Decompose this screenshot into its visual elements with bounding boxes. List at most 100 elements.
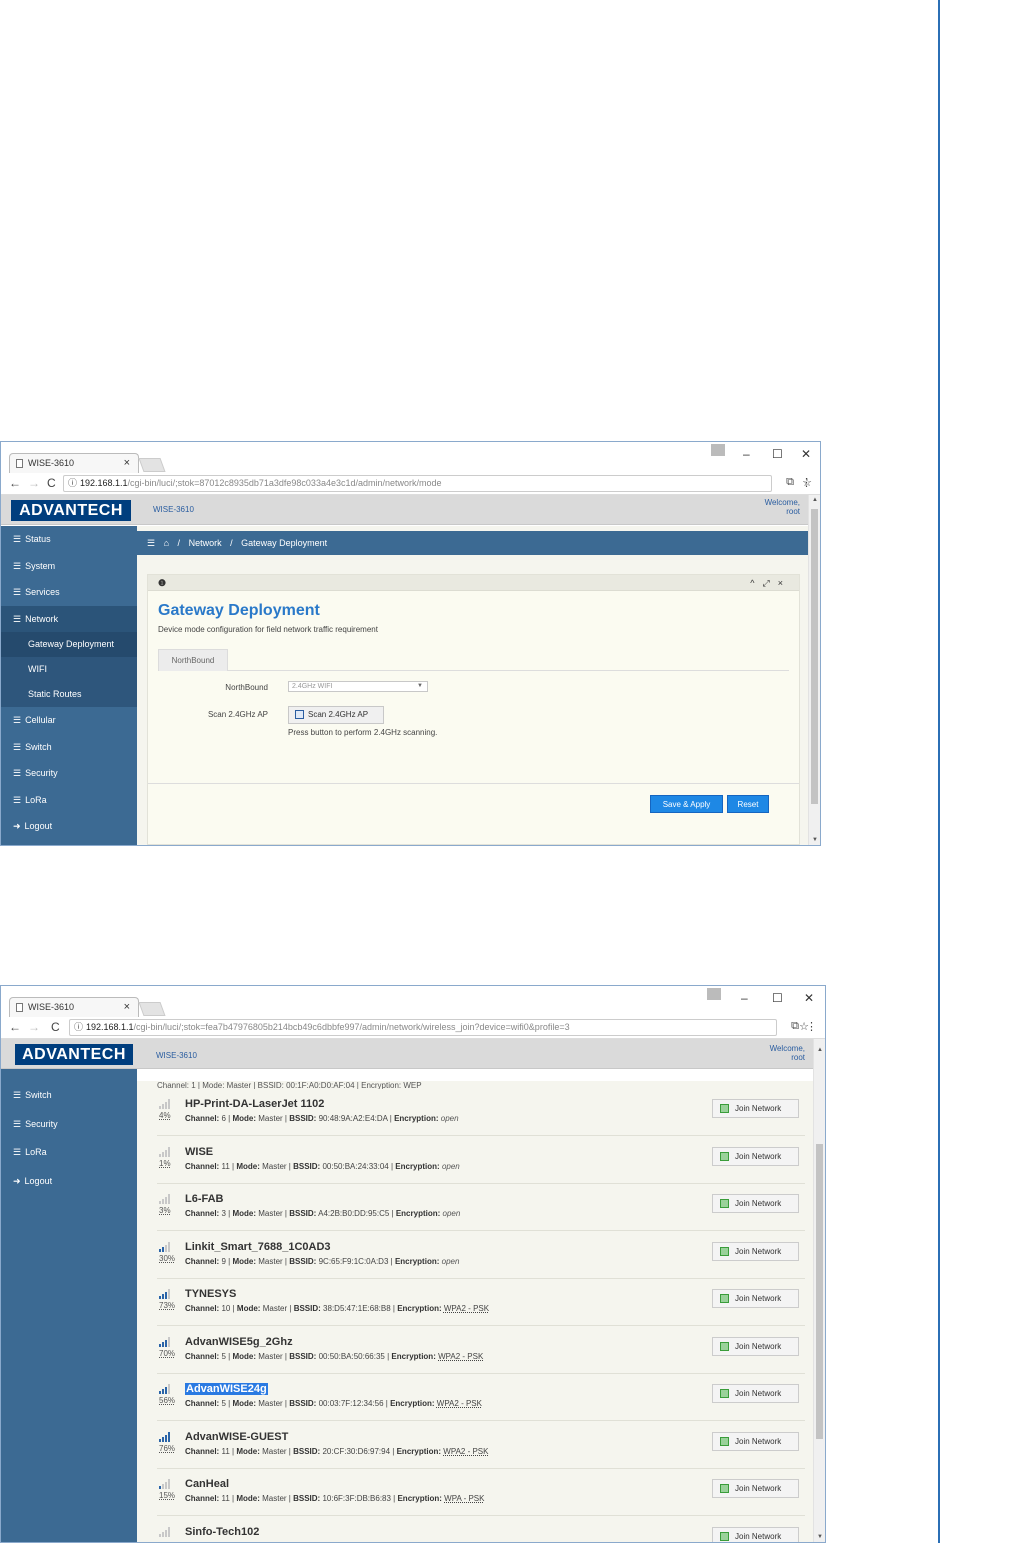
expand-icon[interactable]: ⤢ [763,578,778,588]
channel-label: Channel: [185,1446,220,1456]
network-details: Channel: 3 | Mode: Master | BSSID: A4:2B… [185,1209,461,1218]
sidebar-item-label: Cellular [25,715,56,725]
maximize-icon[interactable]: ☐ [772,447,783,461]
menu-kebab-icon[interactable]: ⋮ [801,476,812,489]
join-network-button[interactable]: Join Network [712,1194,799,1213]
signal-percent: 4% [159,1111,171,1120]
user-profile-icon[interactable] [711,444,725,456]
menu-kebab-icon[interactable]: ⋮ [806,1020,817,1033]
back-icon[interactable]: ← [9,1020,21,1034]
sidebar-item-security[interactable]: ☰ Security [1,760,137,787]
tab-northbound[interactable]: NorthBound [158,649,228,671]
sidebar-item-lora[interactable]: ☰ LoRa [1,1138,137,1167]
translate-icon[interactable]: ⧉ [791,1020,799,1033]
northbound-select[interactable]: 2.4GHz WIFI ▼ [288,681,428,692]
browser-tab[interactable]: WISE-3610 × [9,453,139,473]
sidebar-subitem-static-routes[interactable]: Static Routes [1,682,137,707]
join-button-label: Join Network [735,1389,782,1398]
breadcrumb-network[interactable]: Network [189,538,222,548]
minimize-icon[interactable]: – [741,991,748,1005]
encryption-label: Encryption: [394,1114,439,1123]
close-tab-icon[interactable]: × [124,998,130,1017]
user-profile-icon[interactable] [707,988,721,1000]
forward-icon[interactable]: → [28,476,40,490]
bssid-label: BSSID: [289,1351,317,1361]
url-path: /cgi-bin/luci/;stok=fea7b47976805b214bcb… [133,1022,570,1032]
list-icon: ☰ [13,1147,22,1157]
menu-toggle-icon[interactable]: ☰ [147,538,155,548]
sidebar-item-switch[interactable]: ☰ Switch [1,734,137,761]
network-row: 4% HP-Print-DA-LaserJet 1102 Channel: 6 | … [157,1089,805,1136]
scroll-down-icon[interactable]: ▼ [817,1534,823,1540]
bssid-label: BSSID: [289,1256,317,1266]
sidebar-item-logout[interactable]: ➜ Logout [1,813,137,840]
panel-tools: ^⤢× [750,575,791,591]
sidebar-item-system[interactable]: ☰ System [1,553,137,580]
reset-button[interactable]: Reset [727,795,769,813]
info-icon[interactable]: ⓘ [74,1020,83,1035]
close-window-icon[interactable]: ✕ [801,447,811,461]
sidebar-item-cellular[interactable]: ☰ Cellular [1,707,137,734]
join-network-button[interactable]: Join Network [712,1479,799,1498]
encryption-label: Encryption: [395,1209,441,1218]
sidebar-item-services[interactable]: ☰ Services [1,579,137,606]
maximize-icon[interactable]: ☐ [772,991,783,1005]
home-icon[interactable]: ⌂ [164,538,169,548]
reload-icon[interactable]: C [47,476,56,490]
join-network-button[interactable]: Join Network [712,1146,799,1166]
page-margin-rule [938,0,940,1543]
sidebar-subitem-gateway-deployment[interactable]: Gateway Deployment [1,632,137,657]
reload-icon[interactable]: C [51,1020,60,1034]
list-icon: ☰ [13,560,22,571]
join-network-button[interactable]: Join Network [712,1384,799,1403]
url-field[interactable]: ⓘ 192.168.1.1/cgi-bin/luci/;stok=87012c8… [63,475,772,492]
close-tab-icon[interactable]: × [124,454,130,473]
close-window-icon[interactable]: ✕ [804,991,814,1005]
encryption-label: Encryption: [395,1161,440,1171]
new-tab-button[interactable] [138,1002,166,1016]
encryption-label: Encryption: [396,1446,442,1456]
join-network-button[interactable]: Join Network [712,1289,799,1308]
save-apply-button[interactable]: Save & Apply [650,795,723,813]
join-button-label: Join Network [735,1246,782,1256]
join-network-button[interactable]: Join Network [712,1431,799,1451]
signal-strength-icon [159,1526,173,1537]
join-network-button[interactable]: Join Network [712,1099,799,1118]
scrollbar[interactable]: ▲ ▼ [813,1039,825,1542]
sidebar-subitem-wifi[interactable]: WIFI [1,657,137,682]
collapse-icon[interactable]: ^ [750,578,762,588]
sidebar-item-status[interactable]: ☰ Status [1,526,137,553]
forward-icon[interactable]: → [28,1020,40,1034]
scroll-thumb[interactable] [811,509,818,804]
browser-tab[interactable]: WISE-3610 × [9,997,139,1017]
scan-ap-button[interactable]: Scan 2.4GHz AP [288,706,384,724]
new-tab-button[interactable] [138,458,166,472]
info-icon[interactable]: ⓘ [68,476,77,491]
sidebar-item-security[interactable]: ☰ Security [1,1110,137,1139]
join-network-button[interactable]: Join Network [712,1241,799,1261]
translate-icon[interactable]: ⧉ [786,476,794,489]
join-network-button[interactable]: Join Network [712,1336,799,1356]
sidebar-item-switch[interactable]: ☰ Switch [1,1081,137,1110]
join-button-label: Join Network [735,1199,782,1208]
sidebar-item-logout[interactable]: ➜ Logout [1,1167,137,1196]
minimize-icon[interactable]: – [743,447,750,461]
join-button-label: Join Network [735,1484,782,1493]
channel-value: 5 [221,1351,226,1361]
close-panel-icon[interactable]: × [778,578,791,588]
url-field[interactable]: ⓘ 192.168.1.1/cgi-bin/luci/;stok=fea7b47… [69,1019,777,1036]
join-network-button[interactable]: Join Network [712,1526,799,1542]
sidebar-item-network[interactable]: ☰ Network [1,605,137,632]
mode-value: Master [262,1494,287,1503]
scroll-thumb[interactable] [816,1144,823,1439]
channel-label: Channel: [185,1161,220,1171]
scroll-up-icon[interactable]: ▲ [817,1047,823,1053]
scroll-down-icon[interactable]: ▼ [812,837,818,843]
sidebar-item-label: Network [25,613,59,624]
bssid-label: BSSID: [289,1114,317,1123]
sidebar-item-lora[interactable]: ☰ LoRa [1,787,137,814]
mode-value: Master [262,1161,287,1171]
scroll-up-icon[interactable]: ▲ [812,497,818,503]
back-icon[interactable]: ← [9,476,21,490]
scrollbar[interactable]: ▲ ▼ [808,495,820,845]
